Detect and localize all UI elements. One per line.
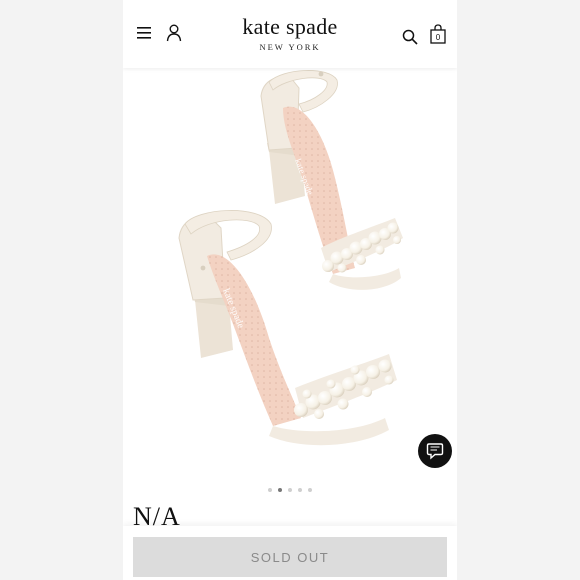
search-button[interactable] xyxy=(399,26,421,48)
sold-out-button[interactable]: SOLD OUT xyxy=(133,537,447,577)
carousel-dot[interactable] xyxy=(308,488,312,492)
right-margin xyxy=(457,0,580,580)
carousel-dot[interactable] xyxy=(288,488,292,492)
carousel-dot[interactable] xyxy=(268,488,272,492)
site-header: kate spade NEW YORK 0 xyxy=(123,0,457,68)
back-sandal: kate spade xyxy=(260,70,403,290)
chat-bubble-icon xyxy=(426,443,444,460)
carousel-dot-active[interactable] xyxy=(278,488,282,492)
product-image[interactable]: kate spade kate spade xyxy=(123,68,457,480)
search-icon xyxy=(402,29,418,45)
bag-count: 0 xyxy=(436,33,441,42)
shopping-bag-icon: 0 xyxy=(430,24,446,44)
mobile-page: kate spade NEW YORK 0 kate spade kate sp… xyxy=(123,0,457,580)
shopping-bag-button[interactable]: 0 xyxy=(427,22,449,46)
chat-button[interactable] xyxy=(418,434,452,468)
left-margin xyxy=(0,0,123,580)
sandals-illustration: kate spade kate spade xyxy=(178,70,403,446)
cta-bar: SOLD OUT xyxy=(123,526,457,580)
carousel-indicators xyxy=(123,488,457,492)
carousel-dot[interactable] xyxy=(298,488,302,492)
